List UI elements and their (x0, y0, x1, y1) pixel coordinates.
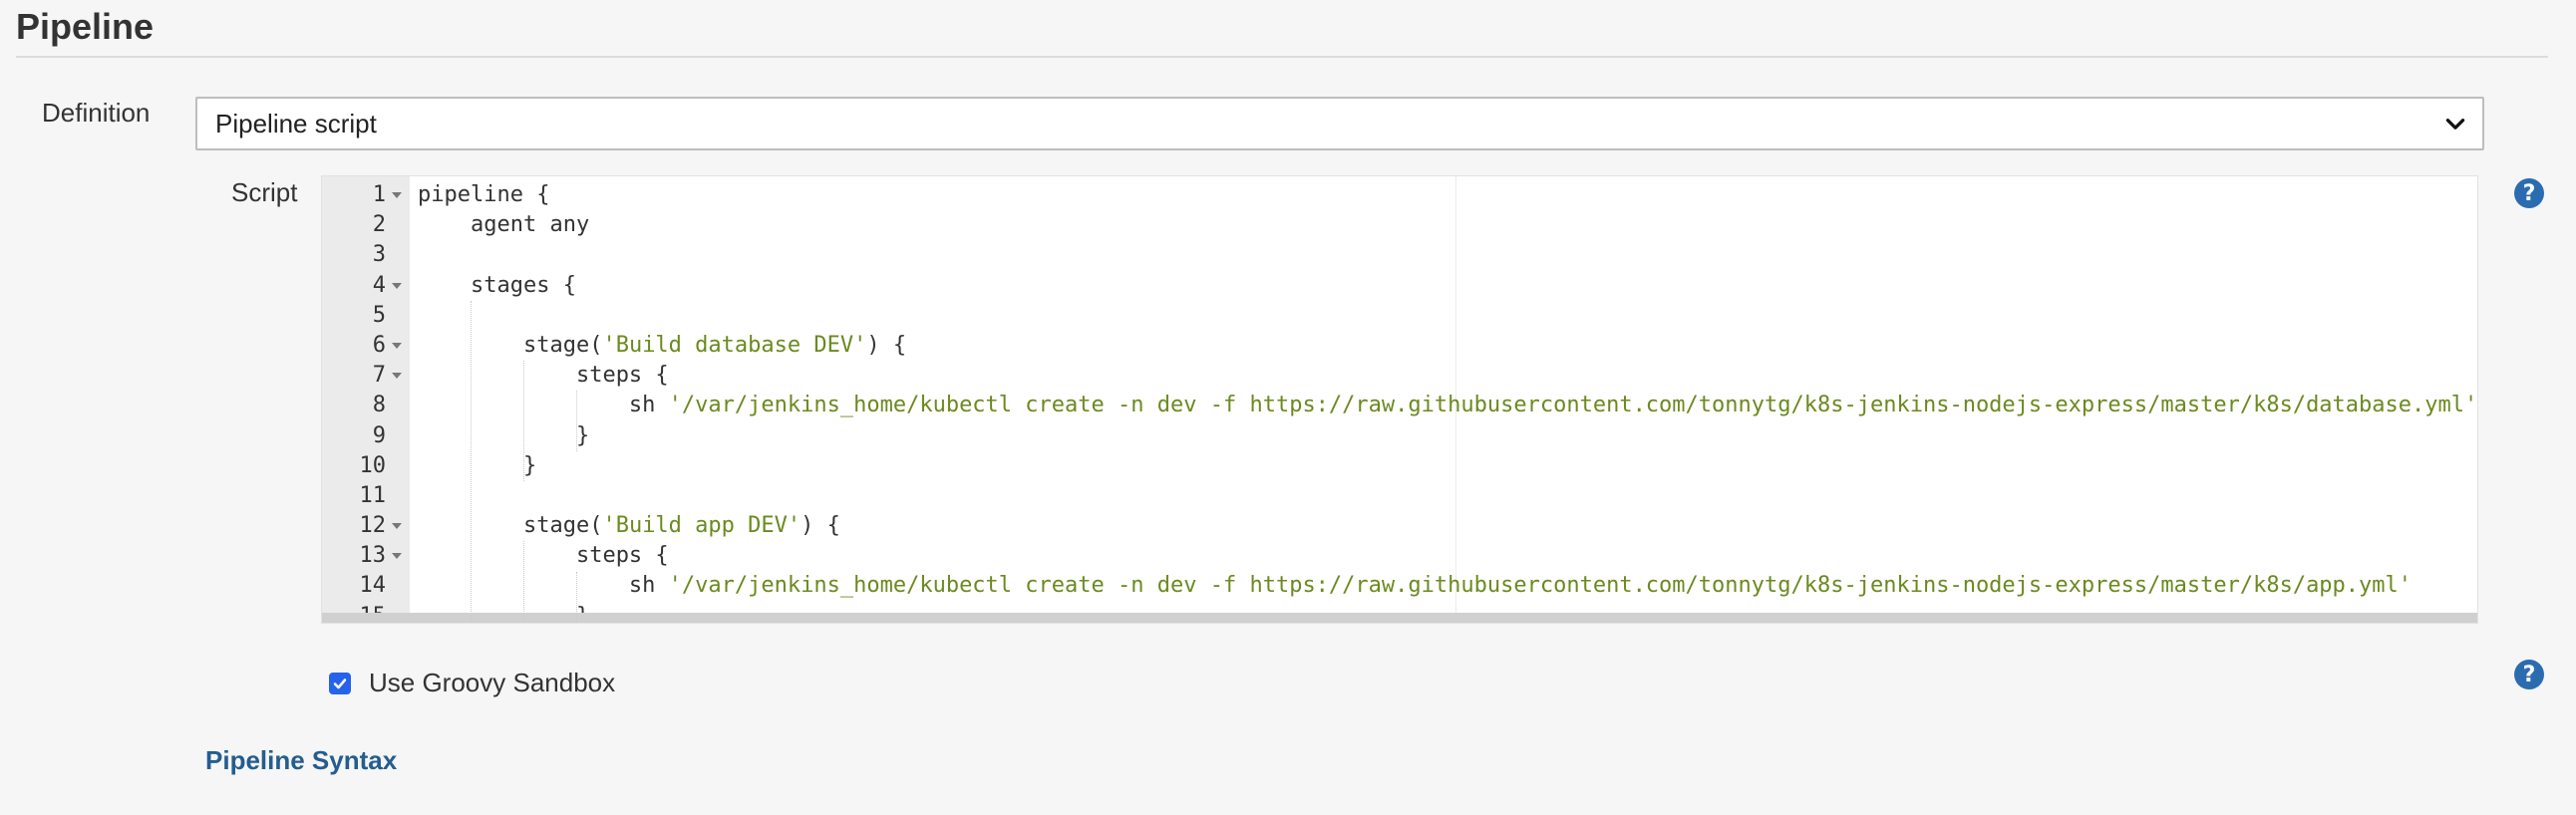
groovy-sandbox-checkbox[interactable] (329, 672, 351, 694)
chevron-down-icon (2445, 119, 2465, 130)
script-label: Script (231, 177, 298, 207)
section-title: Pipeline (16, 6, 155, 47)
code-text: stages { (470, 272, 576, 298)
code-line: 7 steps { (322, 361, 2477, 391)
code-line: 10 } (322, 451, 2477, 481)
indent-guide (523, 361, 525, 481)
horizontal-scrollbar[interactable] (322, 613, 2477, 623)
script-editor[interactable]: 1 pipeline {2 agent any 3 4 stages {5 6 stag… (321, 175, 2478, 624)
code-line: 3 (322, 240, 2477, 270)
code-text: pipeline { (418, 182, 550, 207)
line-number: 10 (359, 452, 387, 478)
string-literal: '/var/jenkins_home/kubectl create -n dev… (668, 393, 2478, 418)
groovy-sandbox-row: Use Groovy Sandbox (329, 668, 615, 698)
pipeline-syntax-link[interactable]: Pipeline Syntax (205, 745, 397, 776)
line-number: 12 (359, 513, 387, 539)
line-number: 13 (359, 543, 387, 569)
groovy-sandbox-label: Use Groovy Sandbox (369, 668, 616, 697)
fold-toggle-icon[interactable] (392, 342, 402, 349)
code-line: 14 sh '/var/jenkins_home/kubectl create … (322, 571, 2477, 601)
line-number: 4 (372, 272, 386, 298)
code-text: agent any (470, 212, 590, 238)
definition-selected-value: Pipeline script (215, 108, 377, 138)
code-line: 4 stages { (322, 271, 2477, 301)
fold-toggle-icon[interactable] (392, 553, 402, 560)
code-line: 13 steps { (322, 541, 2477, 571)
code-text: } (522, 452, 537, 478)
indent-guide (576, 391, 578, 451)
string-literal: 'Build database DEV' (602, 332, 867, 358)
code-line: 1 pipeline { (322, 180, 2477, 210)
line-number: 7 (372, 363, 386, 389)
indent-guide (471, 300, 473, 623)
indent-guide (523, 541, 525, 623)
indent-guide (576, 571, 578, 623)
editor-lines: 1 pipeline {2 agent any 3 4 stages {5 6 stag… (322, 180, 2478, 623)
section-divider (16, 56, 2548, 58)
fold-toggle-icon[interactable] (392, 523, 402, 530)
code-line: 9 } (322, 421, 2477, 451)
code-text: stage('Build app DEV') { (522, 513, 840, 539)
code-text: } (575, 422, 590, 448)
line-number: 9 (372, 422, 386, 448)
code-line: 8 sh '/var/jenkins_home/kubectl create -… (322, 391, 2477, 420)
line-number: 14 (359, 573, 387, 599)
code-line: 6 stage('Build database DEV') { (322, 331, 2477, 361)
sandbox-help-icon[interactable]: ? (2514, 660, 2544, 689)
string-literal: 'Build app DEV' (602, 513, 802, 539)
code-text: stage('Build database DEV') { (522, 332, 907, 358)
definition-select[interactable]: Pipeline script (195, 97, 2484, 150)
code-text: sh '/var/jenkins_home/kubectl create -n … (628, 573, 2413, 599)
checkmark-icon (333, 678, 347, 688)
fold-toggle-icon[interactable] (392, 282, 402, 289)
code-text: steps { (575, 363, 669, 389)
line-number: 5 (372, 302, 386, 328)
line-number: 8 (372, 393, 386, 418)
line-number: 3 (372, 242, 386, 268)
code-text: steps { (575, 543, 669, 569)
script-help-icon[interactable]: ? (2514, 178, 2544, 208)
line-number: 1 (372, 182, 386, 207)
definition-label: Definition (42, 98, 151, 128)
code-text: sh '/var/jenkins_home/kubectl create -n … (628, 393, 2478, 418)
fold-toggle-icon[interactable] (392, 373, 402, 380)
line-number: 6 (372, 332, 386, 358)
line-number: 11 (359, 482, 387, 508)
line-number: 2 (372, 212, 386, 238)
code-line: 11 (322, 481, 2477, 511)
code-line: 5 (322, 301, 2477, 331)
code-line: 2 agent any (322, 210, 2477, 240)
fold-toggle-icon[interactable] (392, 192, 402, 198)
code-line: 12 stage('Build app DEV') { (322, 511, 2477, 541)
string-literal: '/var/jenkins_home/kubectl create -n dev… (668, 573, 2413, 599)
